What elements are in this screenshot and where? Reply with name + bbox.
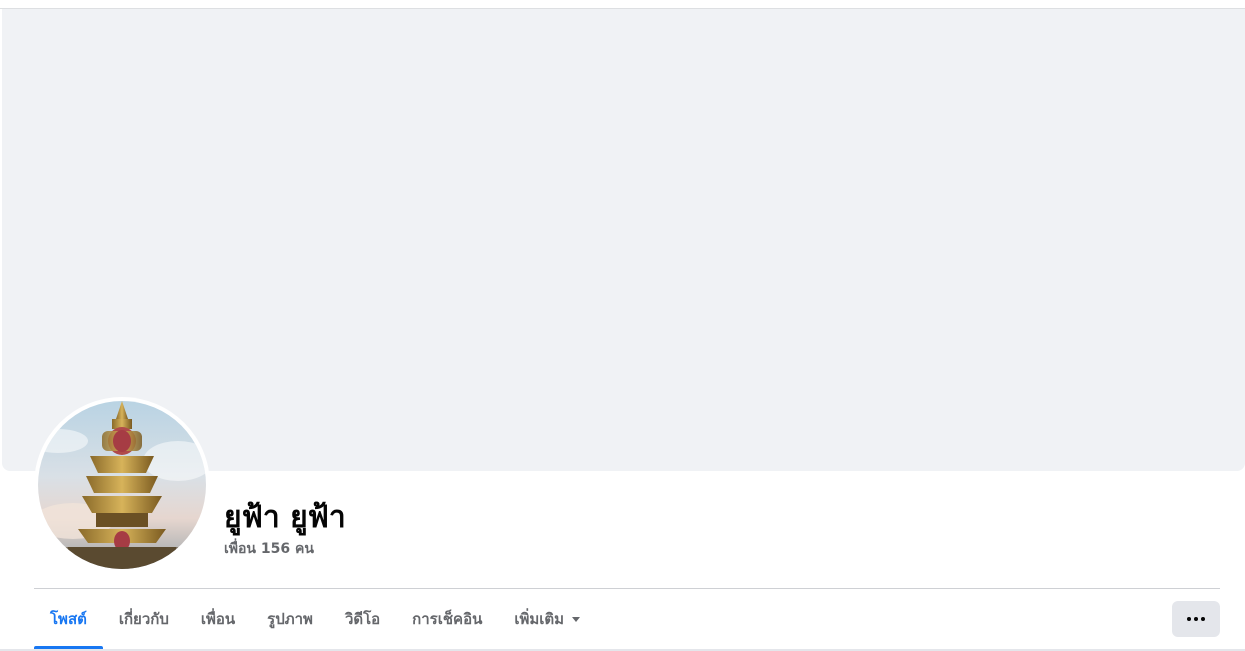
tab-photos[interactable]: รูปภาพ <box>251 589 329 649</box>
friends-count[interactable]: เพื่อน 156 คน <box>224 538 314 560</box>
tab-label: เพื่อน <box>200 610 236 628</box>
tab-check-ins[interactable]: การเช็คอิน <box>396 589 498 649</box>
caret-down-icon <box>572 616 581 622</box>
profile-picture[interactable] <box>34 397 210 573</box>
tab-posts[interactable]: โพสต์ <box>34 589 103 649</box>
tab-label: เพิ่มเติม <box>514 610 565 628</box>
tab-friends[interactable]: เพื่อน <box>185 589 251 649</box>
ellipsis-icon <box>1187 617 1205 621</box>
tab-label: โพสต์ <box>50 610 87 628</box>
tab-label: วิดีโอ <box>344 610 381 628</box>
avatar <box>38 401 206 569</box>
tab-label: การเช็คอิน <box>412 610 483 628</box>
tab-label: เกี่ยวกับ <box>118 610 169 628</box>
tab-more[interactable]: เพิ่มเติม <box>498 589 596 649</box>
more-options-button[interactable] <box>1172 601 1220 637</box>
tab-videos[interactable]: วิดีโอ <box>329 589 396 649</box>
profile-tabs: โพสต์ เกี่ยวกับ เพื่อน รูปภาพ วิดีโอ การ… <box>34 589 596 649</box>
tab-about[interactable]: เกี่ยวกับ <box>103 589 185 649</box>
profile-name: ยูฟ้า ยูฟ้า <box>224 500 346 535</box>
cover-photo[interactable] <box>2 9 1245 471</box>
tab-label: รูปภาพ <box>267 610 313 628</box>
